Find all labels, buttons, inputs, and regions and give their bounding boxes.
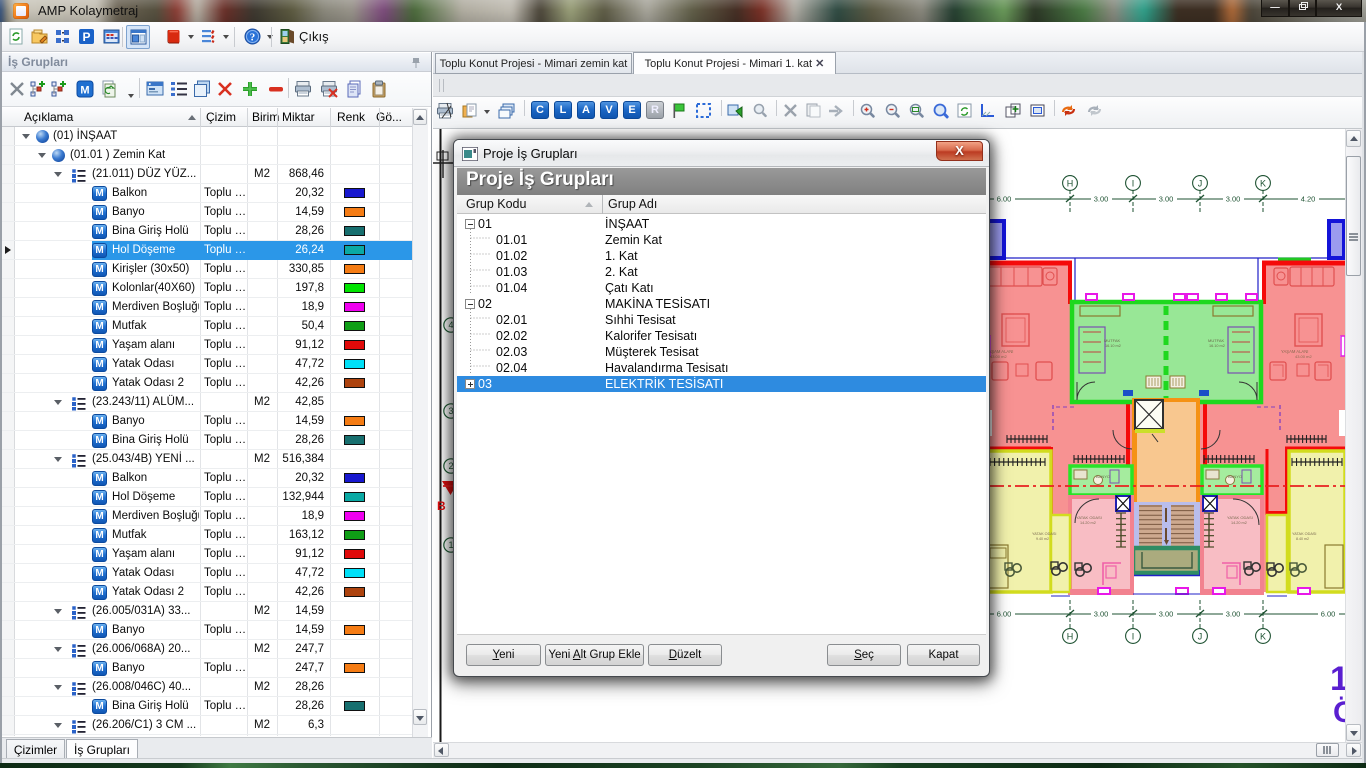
svg-text:J: J [1198,179,1203,189]
svg-text:K: K [1260,632,1266,642]
svg-text:9.40 m2: 9.40 m2 [1036,537,1049,541]
svg-text:?: ? [250,32,256,44]
svg-text:6.00: 6.00 [1321,610,1336,619]
svg-text:3.00: 3.00 [1094,610,1109,619]
svg-text:P: P [82,30,90,44]
svg-text:3.00: 3.00 [1159,195,1174,204]
svg-text:8.40 m2: 8.40 m2 [1296,537,1309,541]
svg-text:6.00: 6.00 [997,195,1012,204]
svg-text:K: K [1260,179,1266,189]
svg-text:YATAK ODASI: YATAK ODASI [1227,515,1253,520]
svg-text:3.00: 3.00 [1159,610,1174,619]
svg-text:B: B [437,499,446,513]
svg-text:MUTFAK: MUTFAK [1208,338,1225,343]
svg-text:3.00: 3.00 [1226,610,1241,619]
svg-text:4.20: 4.20 [1301,195,1316,204]
svg-text:YATAK ODASI: YATAK ODASI [1032,532,1056,536]
svg-text:J: J [1198,632,1203,642]
svg-text:3.00: 3.00 [1226,195,1241,204]
svg-text:43.00 m2: 43.00 m2 [1295,354,1312,359]
svg-text:MUTFAK: MUTFAK [1104,338,1121,343]
svg-text:3.00: 3.00 [1094,195,1109,204]
svg-text:H: H [1067,179,1074,189]
svg-text:BANYO: BANYO [1096,474,1110,479]
svg-text:6.00: 6.00 [997,610,1012,619]
svg-text:M: M [80,85,89,97]
svg-text:H: H [1067,632,1074,642]
svg-text:YATAK ODASI: YATAK ODASI [1076,515,1102,520]
svg-text:14.20 m2: 14.20 m2 [1080,521,1096,525]
svg-text:YATAK ODASI: YATAK ODASI [1292,532,1316,536]
svg-text:14.20 m2: 14.20 m2 [1231,521,1247,525]
svg-text:I: I [1132,632,1135,642]
svg-text:16.10 m2: 16.10 m2 [1209,344,1225,348]
svg-text:BANYO: BANYO [1228,474,1242,479]
svg-text:Ö: Ö [1333,696,1345,729]
svg-text:16.10 m2: 16.10 m2 [1105,344,1121,348]
svg-text:1: 1 [1330,660,1345,698]
svg-text:43.00 m2: 43.00 m2 [990,354,1007,359]
svg-text:I: I [1132,179,1135,189]
